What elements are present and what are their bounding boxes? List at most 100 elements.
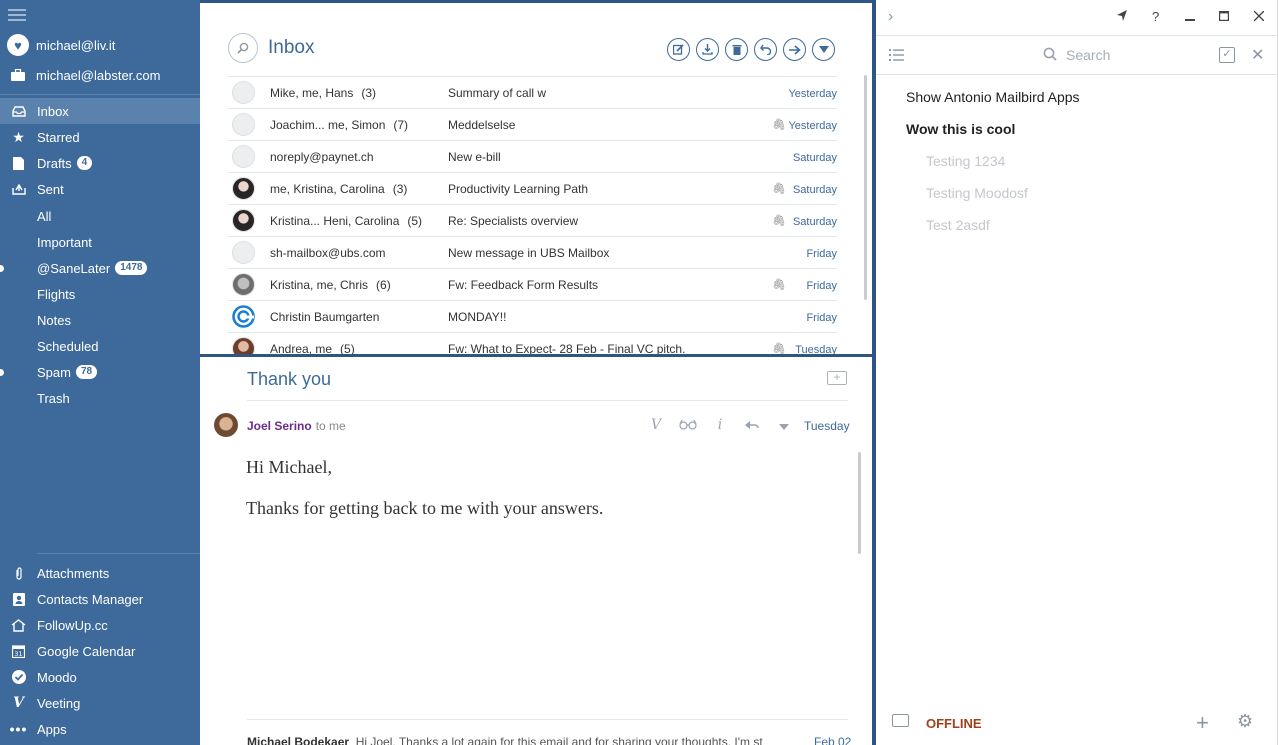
page-title: Inbox [268,37,315,58]
info-icon[interactable]: i [704,417,736,433]
gear-icon[interactable]: ⚙ [1237,711,1253,732]
message-actions: V i [640,417,800,433]
folder-sent[interactable]: Sent [0,176,200,202]
subtask-item[interactable]: Testing Moodosf [926,185,1028,201]
app-contacts-manager[interactable]: Contacts Manager [0,586,200,612]
folder-sanelater[interactable]: @SaneLater 1478 [0,255,200,281]
collapsed-message[interactable]: Michael Bodekaer Hi Joel, Thanks a lot a… [247,735,763,745]
body-paragraph: Thanks for getting back to me with your … [246,498,604,518]
app-more[interactable]: ••• Apps [0,716,200,742]
folder-notes[interactable]: Notes [0,307,200,333]
message-subject: Fw: Feedback Form Results [448,277,599,292]
moodo-check-icon [0,670,37,684]
close-icon[interactable]: ✕ [1251,45,1264,65]
folder-drafts[interactable]: Drafts 4 [0,150,200,176]
forward-icon[interactable] [783,38,806,61]
maximize-icon[interactable] [1219,9,1230,24]
folder-all[interactable]: All [0,203,200,229]
veeting-icon: V [13,695,24,711]
scrollbar[interactable] [858,452,861,554]
message-row[interactable]: Joachim... me, Simon (7) Meddelselse 🖇 Ye… [228,108,837,140]
message-from: Joachim... me, Simon [270,117,386,132]
message-list-pane: Inbox Mike, me, Hans (3) Summary of call … [200,0,872,360]
folder-spam[interactable]: Spam 78 [0,359,200,385]
folder-trash[interactable]: Trash [0,385,200,411]
task-search-bar: ✓ ✕ [876,37,1278,75]
add-note-icon[interactable]: + [827,371,847,385]
count-badge: 4 [76,156,93,170]
message-toolbar [667,38,841,61]
thread-count: (6) [376,277,391,292]
app-moodo[interactable]: Moodo [0,664,200,690]
reply-icon[interactable] [754,38,777,61]
folder-important[interactable]: Important [0,229,200,255]
task-panel: › ? ✓ ✕ Show Antonio Mailbird Apps Wow t… [876,0,1278,745]
message-row[interactable]: sh-mailbox@ubs.com New message in UBS Ma… [228,236,837,268]
app-veeting[interactable]: V Veeting [0,690,200,716]
message-from: me, Kristina, Carolina [270,181,385,196]
search-icon[interactable] [228,33,258,63]
message-row[interactable]: Christin Baumgarten MONDAY!! Friday [228,300,837,332]
add-task-icon[interactable]: + [1196,710,1209,736]
archive-download-icon[interactable] [696,38,719,61]
thread-count: (3) [361,85,377,100]
task-item[interactable]: Show Antonio Mailbird Apps [906,89,1080,105]
message-from: Kristina, me, Chris [270,277,369,292]
thread-count: (7) [393,117,409,132]
app-label: Veeting [37,695,81,711]
thread-count: (5) [407,213,423,228]
status-badge: OFFLINE [926,716,982,731]
divider [37,553,200,554]
reading-pane: Thank you + Joel Serino to me V i Tuesday… [200,357,872,745]
message-row[interactable]: noreply@paynet.ch New e-bill Saturday [228,140,837,172]
subtask-item[interactable]: Test 2asdf [926,217,990,233]
folder-inbox[interactable]: Inbox [0,98,200,124]
hamburger-menu-icon[interactable] [8,9,26,23]
sender-name[interactable]: Joel Serino [247,419,312,433]
glasses-icon[interactable] [672,417,704,433]
avatar [232,209,255,232]
message-row[interactable]: me, Kristina, Carolina (3) Productivity L… [228,172,837,204]
folder-starred[interactable]: ★ Starred [0,124,200,150]
message-date: Yesterday [788,88,837,100]
minimize-icon[interactable] [1185,9,1195,24]
checkbox-toggle-icon[interactable]: ✓ [1219,47,1235,63]
message-from: Kristina... Heni, Carolina [270,213,400,228]
account-labster[interactable]: michael@labster.com [0,62,200,88]
task-item[interactable]: Wow this is cool [906,121,1015,137]
scrollbar[interactable] [864,75,867,300]
reply-icon[interactable] [736,417,768,433]
folder-flights[interactable]: Flights [0,281,200,307]
account-liv[interactable]: ♥ michael@liv.it [0,32,200,58]
message-subject: Productivity Learning Path [448,181,589,196]
more-dropdown-icon[interactable] [812,38,835,61]
search-input[interactable] [1066,47,1206,63]
app-google-calendar[interactable]: 31 Google Calendar [0,638,200,664]
chevron-right-icon[interactable]: › [888,8,893,26]
app-label: Contacts Manager [37,591,144,607]
folder-icon[interactable] [892,714,909,727]
folder-scheduled[interactable]: Scheduled [0,333,200,359]
message-body: Hi Michael, Thanks for getting back to m… [246,457,603,539]
paperclip-icon: 🖇 [772,215,786,227]
message-subject: New message in UBS Mailbox [448,245,610,260]
message-row[interactable]: Kristina, me, Chris (6) Fw: Feedback Form… [228,268,837,300]
avatar [232,81,255,104]
help-icon[interactable]: ? [1152,9,1159,24]
message-row[interactable]: Mike, me, Hans (3) Summary of call w Yest… [228,76,837,108]
app-followup[interactable]: FollowUp.cc [0,612,200,638]
close-icon[interactable] [1253,9,1265,24]
count-badge: 1478 [115,261,148,275]
list-icon[interactable] [889,48,905,64]
inbox-icon [0,105,37,117]
subtask-item[interactable]: Testing 1234 [926,153,1005,169]
avatar [232,113,255,136]
trash-icon[interactable] [725,38,748,61]
pin-icon[interactable] [1117,9,1127,24]
app-attachments[interactable]: Attachments [0,560,200,586]
veeting-icon[interactable]: V [640,417,672,433]
message-row[interactable]: Kristina... Heni, Carolina (5) Re: Specia… [228,204,837,236]
folder-label: Trash [37,390,70,406]
chevron-down-icon[interactable] [768,417,800,433]
compose-icon[interactable] [667,38,690,61]
